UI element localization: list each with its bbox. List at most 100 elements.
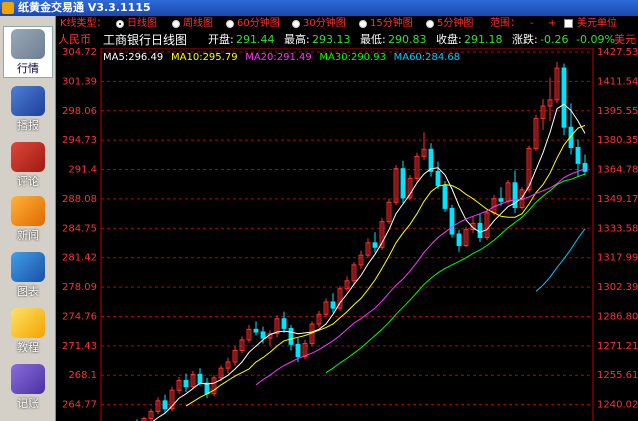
kline-type-label: K线类型： [60, 18, 107, 29]
plot-border [100, 48, 594, 421]
option-30min-label[interactable]: 30分钟图 [303, 16, 346, 32]
sidebar: 行情 播报 评论 新闻 图表 教程 记账 [0, 16, 56, 421]
usd-unit-checkbox[interactable] [564, 19, 573, 28]
radio-daily[interactable] [116, 20, 124, 28]
ma-line-ma30 [325, 173, 586, 374]
candle-body [197, 373, 203, 384]
y-tick-label-right: 1333.58 [597, 223, 638, 234]
y-tick-label-left: 291.4 [68, 165, 97, 176]
y-tick-label-left: 298.06 [62, 106, 97, 117]
app-title: 纸黄金交易通 V3.3.1115 [18, 1, 151, 14]
candle-body [435, 170, 441, 186]
candle-body [372, 242, 378, 248]
y-tick-label-right: 1411.54 [597, 76, 638, 87]
candle-body [442, 184, 448, 209]
sidebar-item-news[interactable]: 新闻 [3, 194, 53, 246]
range-plus-button[interactable]: + [548, 16, 556, 32]
candle-body [162, 400, 168, 410]
y-tick-label-right: 1271.21 [597, 341, 638, 352]
pie-chart-icon [11, 252, 45, 282]
ma-legend-item: MA60:284.68 [394, 52, 461, 63]
high-label: 最高: [284, 33, 310, 46]
radio-5min[interactable] [426, 20, 434, 28]
y-tick-label-left: 304.72 [62, 48, 97, 58]
candlestick-chart[interactable]: 304.72 1427.53 301.39 1411.54 298.06 1395.55 2… [56, 48, 638, 421]
candle-body [260, 331, 266, 339]
sidebar-item-label: 评论 [17, 175, 39, 188]
ma-legend-item: MA10:295.79 [171, 52, 238, 63]
change-value: -0.26 [540, 33, 569, 46]
y-tick-label-right: 1286.80 [597, 311, 638, 322]
candle-body [561, 67, 567, 128]
sidebar-item-label: 教程 [17, 341, 39, 354]
chart-panel: K线类型： 日线图 周线图 60分钟图 30分钟图 15分钟图 5分钟图 范围：… [56, 16, 638, 421]
range-label: 范围： [490, 18, 520, 29]
candle-body [295, 343, 301, 358]
chart-cubes-icon [11, 29, 45, 59]
y-tick-label-left: 274.76 [62, 311, 97, 322]
option-weekly-label[interactable]: 周线图 [183, 16, 213, 32]
candle-body [498, 198, 504, 202]
option-5min-label[interactable]: 5分钟图 [437, 16, 473, 32]
y-tick-label-right: 1255.61 [597, 370, 638, 381]
radio-30min[interactable] [292, 20, 300, 28]
low-label: 最低: [360, 33, 386, 46]
y-tick-label-left: 271.43 [62, 341, 97, 352]
y-tick-label-right: 1395.55 [597, 106, 638, 117]
app-logo-icon [2, 2, 14, 14]
sidebar-item-label: 记账 [17, 397, 39, 410]
rss-icon [11, 196, 45, 226]
chart-title: 工商银行日线图 [103, 33, 188, 47]
low-value: 290.83 [388, 33, 427, 46]
candle-body [575, 147, 581, 164]
y-tick-label-left: 278.09 [62, 282, 97, 293]
open-value: 291.44 [236, 33, 275, 46]
sidebar-item-quotes[interactable]: 行情 [3, 26, 53, 78]
ma-legend-item: MA30:290.93 [319, 52, 386, 63]
y-tick-label-left: 264.77 [62, 400, 97, 411]
sidebar-item-tutorial[interactable]: 教程 [3, 306, 53, 358]
candle-body [253, 328, 259, 333]
y-tick-label-right: 1427.53 [597, 48, 638, 58]
open-label: 开盘: [208, 33, 234, 46]
candle-body [204, 382, 210, 395]
right-unit-label: 美元 [614, 33, 636, 46]
candle-body [477, 222, 483, 239]
candle-body [582, 162, 588, 172]
close-label: 收盘: [436, 33, 462, 46]
kline-toolbar: K线类型： 日线图 周线图 60分钟图 30分钟图 15分钟图 5分钟图 范围：… [56, 16, 638, 32]
y-tick-label-left: 288.08 [62, 194, 97, 205]
radio-weekly[interactable] [172, 20, 180, 28]
y-tick-label-right: 1364.78 [597, 165, 638, 176]
y-tick-label-right: 1317.99 [597, 253, 638, 264]
option-60min-label[interactable]: 60分钟图 [237, 16, 280, 32]
candle-body [281, 318, 287, 329]
title-bar: 纸黄金交易通 V3.3.1115 [0, 0, 638, 16]
ma-line-ma5 [152, 103, 586, 421]
radio-15min[interactable] [359, 20, 367, 28]
y-tick-label-right: 1349.17 [597, 194, 638, 205]
candle-body [288, 327, 294, 345]
ma-line-ma10 [185, 124, 586, 407]
y-tick-label-right: 1302.39 [597, 282, 638, 293]
y-tick-label-left: 294.73 [62, 135, 97, 146]
candle-body [183, 380, 189, 388]
usd-unit-label: 美元单位 [577, 18, 617, 29]
sidebar-item-charts[interactable]: 图表 [3, 250, 53, 302]
radio-60min[interactable] [226, 20, 234, 28]
ma-legend-item: MA20:291.49 [245, 52, 312, 63]
sidebar-item-broadcast[interactable]: 播报 [3, 84, 53, 136]
price-info-bar: 人民币 工商银行日线图 开盘: 291.44 最高: 293.13 最低: 29… [56, 32, 638, 48]
option-daily-label[interactable]: 日线图 [127, 16, 157, 32]
broadcast-icon [11, 86, 45, 116]
sidebar-item-label: 播报 [17, 119, 39, 132]
left-unit-label: 人民币 [58, 33, 91, 46]
sidebar-item-comment[interactable]: 评论 [3, 140, 53, 192]
range-minus-button[interactable]: - [530, 16, 534, 32]
y-tick-label-left: 268.1 [68, 370, 97, 381]
sidebar-item-bookkeeping[interactable]: 记账 [3, 362, 53, 414]
candle-body [428, 148, 434, 172]
option-15min-label[interactable]: 15分钟图 [370, 16, 413, 32]
notebook-icon [11, 364, 45, 394]
change-percent: -0.09% [576, 33, 615, 46]
